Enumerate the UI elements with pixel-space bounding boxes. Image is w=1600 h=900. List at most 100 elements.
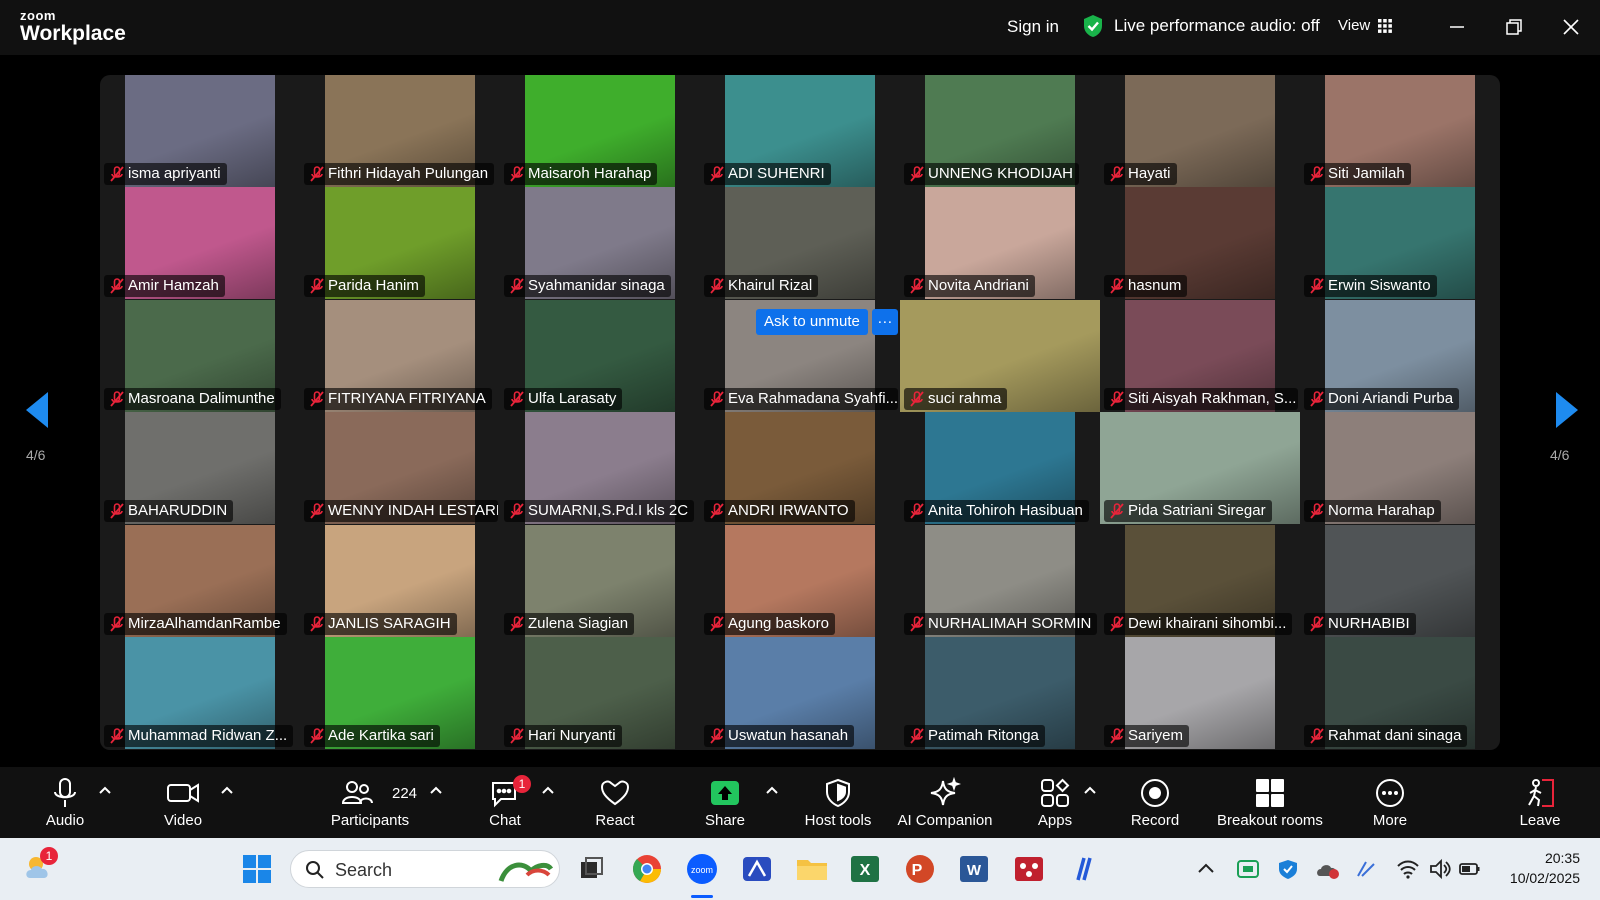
share-button[interactable]: Share <box>700 777 750 829</box>
participant-tile[interactable]: Siti Aisyah Rakhman, S... <box>1100 300 1300 412</box>
participant-tile[interactable]: NURHABIBI <box>1300 525 1500 637</box>
minimize-icon <box>1450 26 1464 28</box>
ai-companion-button[interactable]: AI Companion <box>895 777 995 829</box>
participant-tile[interactable]: JANLIS SARAGIH <box>300 525 500 637</box>
participant-tile[interactable]: WENNY INDAH LESTARI <box>300 412 500 524</box>
participant-tile[interactable]: MirzaAlhamdanRambe <box>100 525 300 637</box>
participant-name: Eva Rahmadana Syahfi... <box>728 390 898 407</box>
participant-tile[interactable]: Hari Nuryanti <box>500 637 700 749</box>
participant-tile[interactable]: Doni Ariandi Purba <box>1300 300 1500 412</box>
participant-tile[interactable]: ADI SUHENRI <box>700 75 900 187</box>
sign-in-link[interactable]: Sign in <box>1007 17 1059 37</box>
zoom-app-icon[interactable]: zoom <box>685 852 719 886</box>
participant-name: Uswatun hasanah <box>728 727 849 744</box>
participant-tile[interactable]: Norma Harahap <box>1300 412 1500 524</box>
host-tools-button[interactable]: Host tools <box>800 777 876 829</box>
participant-tile[interactable]: FITRIYANA FITRIYANA <box>300 300 500 412</box>
participant-tile[interactable]: Khairul Rizal <box>700 187 900 299</box>
windows-start-icon[interactable] <box>240 852 274 886</box>
battery-icon[interactable] <box>1458 852 1482 886</box>
close-button[interactable] <box>1551 10 1591 44</box>
snipping-tool-icon[interactable] <box>740 852 774 886</box>
powerpoint-icon[interactable]: P <box>903 852 937 886</box>
search-placeholder: Search <box>335 860 393 880</box>
participant-tile[interactable]: Amir Hamzah <box>100 187 300 299</box>
red-app-icon[interactable] <box>1012 852 1046 886</box>
excel-icon[interactable]: X <box>848 852 882 886</box>
participant-tile[interactable]: Rahmat dani sinaga <box>1300 637 1500 749</box>
onedrive-error-icon[interactable] <box>1316 852 1340 886</box>
participant-more-options-button[interactable]: ··· <box>871 309 898 335</box>
participant-tile[interactable]: Muhammad Ridwan Z... <box>100 637 300 749</box>
muted-microphone-icon <box>910 166 924 182</box>
apps-options-chevron-icon[interactable] <box>1083 785 1097 795</box>
participant-tile[interactable]: Sariyem <box>1100 637 1300 749</box>
show-hidden-icons-chevron-icon[interactable] <box>1196 852 1216 886</box>
video-button[interactable]: Video <box>158 777 208 829</box>
share-options-chevron-icon[interactable] <box>765 785 779 795</box>
participant-tile[interactable]: Anita Tohiroh Hasibuan <box>900 412 1100 524</box>
participant-tile[interactable]: Parida Hanim <box>300 187 500 299</box>
participant-tile[interactable]: Uswatun hasanah <box>700 637 900 749</box>
participant-tile[interactable]: Fithri Hidayah Pulungan <box>300 75 500 187</box>
ask-to-unmute-button[interactable]: Ask to unmute <box>756 309 868 335</box>
participant-tile[interactable]: Erwin Siswanto <box>1300 187 1500 299</box>
page-indicator-left: 4/6 <box>26 447 46 463</box>
video-options-chevron-icon[interactable] <box>220 785 234 795</box>
participant-tile[interactable]: Novita Andriani <box>900 187 1100 299</box>
wifi-icon[interactable] <box>1396 852 1420 886</box>
slash-app-icon[interactable] <box>1066 852 1100 886</box>
participant-tile[interactable]: Pida Satriani Siregar <box>1100 412 1300 524</box>
participant-tile[interactable]: Dewi khairani sihombi... <box>1100 525 1300 637</box>
audio-options-chevron-icon[interactable] <box>98 785 112 795</box>
previous-page-arrow-icon[interactable] <box>22 390 58 430</box>
taskbar-search-box[interactable]: Search <box>290 850 560 888</box>
next-page-arrow-icon[interactable] <box>1546 390 1582 430</box>
participant-tile[interactable]: Masroana Dalimunthe <box>100 300 300 412</box>
participants-options-chevron-icon[interactable] <box>429 785 443 795</box>
participant-tile[interactable]: suci rahma <box>900 300 1100 412</box>
participant-tile[interactable]: Patimah Ritonga <box>900 637 1100 749</box>
muted-microphone-icon <box>510 503 524 519</box>
chat-options-chevron-icon[interactable] <box>541 785 555 795</box>
record-button[interactable]: Record <box>1130 777 1180 829</box>
volume-icon[interactable] <box>1428 852 1452 886</box>
minimize-button[interactable] <box>1437 10 1477 44</box>
view-button[interactable]: View <box>1338 17 1393 34</box>
participant-tile[interactable]: BAHARUDDIN <box>100 412 300 524</box>
participant-tile[interactable]: NURHALIMAH SORMIN <box>900 525 1100 637</box>
security-shield-icon[interactable] <box>1276 852 1300 886</box>
participant-name: ADI SUHENRI <box>728 165 825 182</box>
participant-tile[interactable]: Zulena Siagian <box>500 525 700 637</box>
participant-tile[interactable]: Agung baskoro <box>700 525 900 637</box>
apps-button[interactable]: Apps <box>1030 777 1080 829</box>
leave-button[interactable]: Leave <box>1515 777 1565 829</box>
participant-tile[interactable]: Ulfa Larasaty <box>500 300 700 412</box>
chrome-icon[interactable] <box>630 852 664 886</box>
restore-button[interactable] <box>1494 10 1534 44</box>
participant-tile[interactable]: hasnum <box>1100 187 1300 299</box>
react-button[interactable]: React <box>590 777 640 829</box>
participant-tile[interactable]: Syahmanidar sinaga <box>500 187 700 299</box>
more-button[interactable]: More <box>1365 777 1415 829</box>
participant-name: Agung baskoro <box>728 615 829 632</box>
participant-name-label: SUMARNI,S.Pd.I kls 2C <box>504 500 695 522</box>
live-performance-audio-status[interactable]: Live performance audio: off <box>1082 14 1320 38</box>
task-view-icon[interactable] <box>575 852 609 886</box>
audio-button[interactable]: Audio <box>40 777 90 829</box>
participant-tile[interactable]: Ade Kartika sari <box>300 637 500 749</box>
file-explorer-icon[interactable] <box>795 852 829 886</box>
tray-app-green-icon[interactable] <box>1236 852 1260 886</box>
participant-tile[interactable]: ANDRI IRWANTO <box>700 412 900 524</box>
participant-tile[interactable]: UNNENG KHODIJAH <box>900 75 1100 187</box>
participant-tile[interactable]: SUMARNI,S.Pd.I kls 2C <box>500 412 700 524</box>
participant-tile[interactable]: Hayati <box>1100 75 1300 187</box>
taskbar-clock[interactable]: 20:35 10/02/2025 <box>1510 848 1580 888</box>
participant-tile[interactable]: Siti Jamilah <box>1300 75 1500 187</box>
network-location-icon[interactable] <box>1354 852 1380 886</box>
participant-tile[interactable]: isma apriyanti <box>100 75 300 187</box>
participant-tile[interactable]: Maisaroh Harahap <box>500 75 700 187</box>
breakout-rooms-button[interactable]: Breakout rooms <box>1210 777 1330 829</box>
word-icon[interactable]: W <box>957 852 991 886</box>
participant-name-label: hasnum <box>1104 275 1188 297</box>
